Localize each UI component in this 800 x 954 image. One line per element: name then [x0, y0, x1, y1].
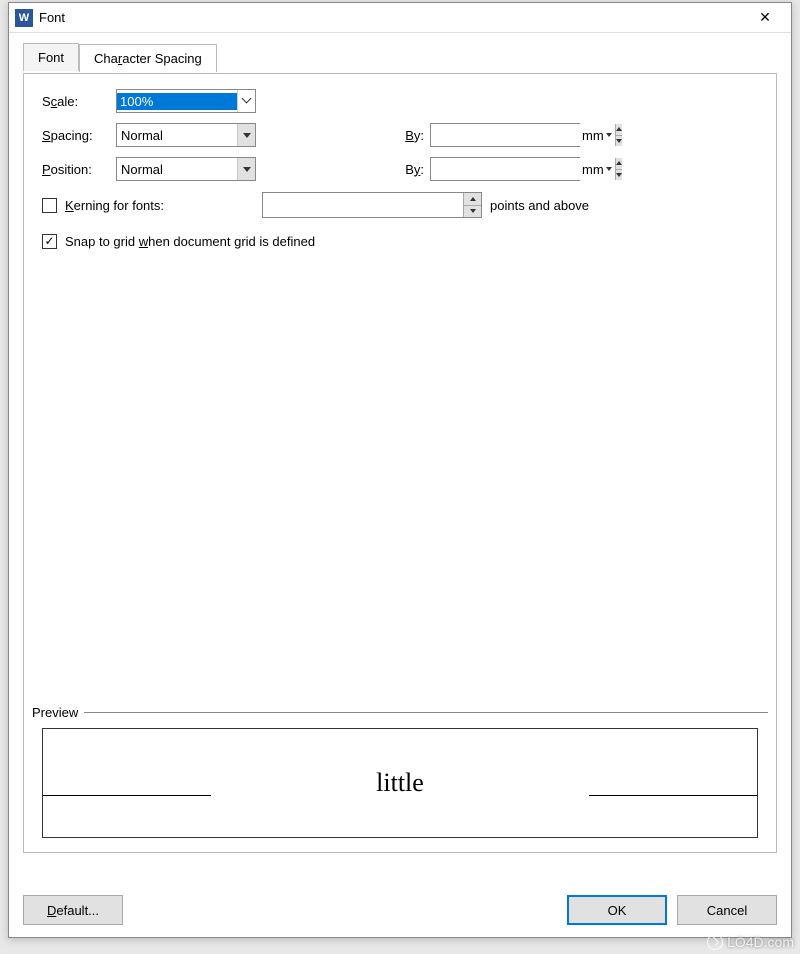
triangle-up-icon	[616, 127, 622, 131]
position-by-spinner[interactable]	[430, 157, 580, 181]
kerning-points-down[interactable]	[464, 206, 481, 218]
tab-font[interactable]: Font	[23, 43, 79, 71]
kerning-checkbox[interactable]	[42, 198, 57, 213]
kerning-label: Kerning for fonts:	[65, 198, 164, 213]
triangle-down-icon	[470, 209, 476, 213]
scale-row: Scale: 100%	[42, 88, 758, 114]
position-value: Normal	[117, 161, 237, 178]
font-dialog: W Font ✕ Font Character Spacing Scale: 1…	[8, 2, 792, 938]
position-combo[interactable]: Normal	[116, 157, 256, 181]
position-label: Position:	[42, 162, 116, 177]
spacing-dropdown-button[interactable]	[237, 124, 255, 146]
spacing-value: Normal	[117, 127, 237, 144]
triangle-down-icon	[606, 133, 612, 137]
kerning-row: Kerning for fonts: points and above	[42, 192, 758, 218]
position-by-up[interactable]	[616, 158, 622, 170]
scale-combo[interactable]: 100%	[116, 89, 256, 113]
chevron-down-icon	[243, 97, 251, 105]
app-icon: W	[15, 9, 33, 27]
position-by-down[interactable]	[616, 170, 622, 181]
window-title: Font	[39, 10, 745, 25]
dialog-footer: Default... OK Cancel	[23, 895, 777, 925]
spacing-by-down[interactable]	[616, 136, 622, 147]
preview-underline-left	[43, 795, 211, 796]
preview-section: Preview little	[24, 705, 776, 838]
default-button[interactable]: Default...	[23, 895, 123, 925]
spacing-label: Spacing:	[42, 128, 116, 143]
kerning-points-spinner[interactable]	[262, 192, 482, 218]
close-button[interactable]: ✕	[745, 4, 785, 32]
triangle-down-icon	[243, 133, 251, 138]
preview-underline-right	[589, 795, 757, 796]
spacing-combo[interactable]: Normal	[116, 123, 256, 147]
snap-row: Snap to grid when document grid is defin…	[42, 228, 758, 254]
position-dropdown-button[interactable]	[237, 158, 255, 180]
preview-heading: Preview	[28, 705, 772, 720]
spacing-row: Spacing: Normal By: mm	[42, 122, 758, 148]
preview-text: little	[376, 768, 424, 798]
spacing-unit-dropdown[interactable]: mm	[582, 128, 612, 143]
tab-character-spacing[interactable]: Character Spacing	[79, 44, 217, 72]
triangle-down-icon	[616, 173, 622, 177]
watermark-icon	[707, 934, 723, 950]
triangle-down-icon	[243, 167, 251, 172]
spacing-by-label: By:	[396, 128, 424, 143]
spacing-by-up[interactable]	[616, 124, 622, 136]
position-row: Position: Normal By: mm	[42, 156, 758, 182]
scale-dropdown-button[interactable]	[237, 90, 255, 112]
preview-box: little	[42, 728, 758, 838]
tab-strip: Font Character Spacing	[23, 43, 777, 73]
spacing-by-spinner[interactable]	[430, 123, 580, 147]
triangle-up-icon	[470, 197, 476, 201]
scale-value: 100%	[117, 93, 237, 110]
tab-panel: Scale: 100% Spacing: Normal By:	[23, 73, 777, 853]
snap-checkbox[interactable]	[42, 234, 57, 249]
points-and-above-label: points and above	[490, 198, 589, 213]
triangle-up-icon	[616, 161, 622, 165]
scale-label: Scale:	[42, 94, 116, 109]
titlebar: W Font ✕	[9, 3, 791, 33]
ok-button[interactable]: OK	[567, 895, 667, 925]
triangle-down-icon	[606, 167, 612, 171]
triangle-down-icon	[616, 139, 622, 143]
kerning-points-input[interactable]	[263, 193, 463, 217]
dialog-content: Font Character Spacing Scale: 100% Spaci…	[9, 33, 791, 863]
position-by-label: By:	[396, 162, 424, 177]
watermark: LO4D.com	[707, 934, 794, 950]
snap-label: Snap to grid when document grid is defin…	[65, 234, 315, 249]
position-unit-dropdown[interactable]: mm	[582, 162, 612, 177]
kerning-points-up[interactable]	[464, 193, 481, 206]
cancel-button[interactable]: Cancel	[677, 895, 777, 925]
